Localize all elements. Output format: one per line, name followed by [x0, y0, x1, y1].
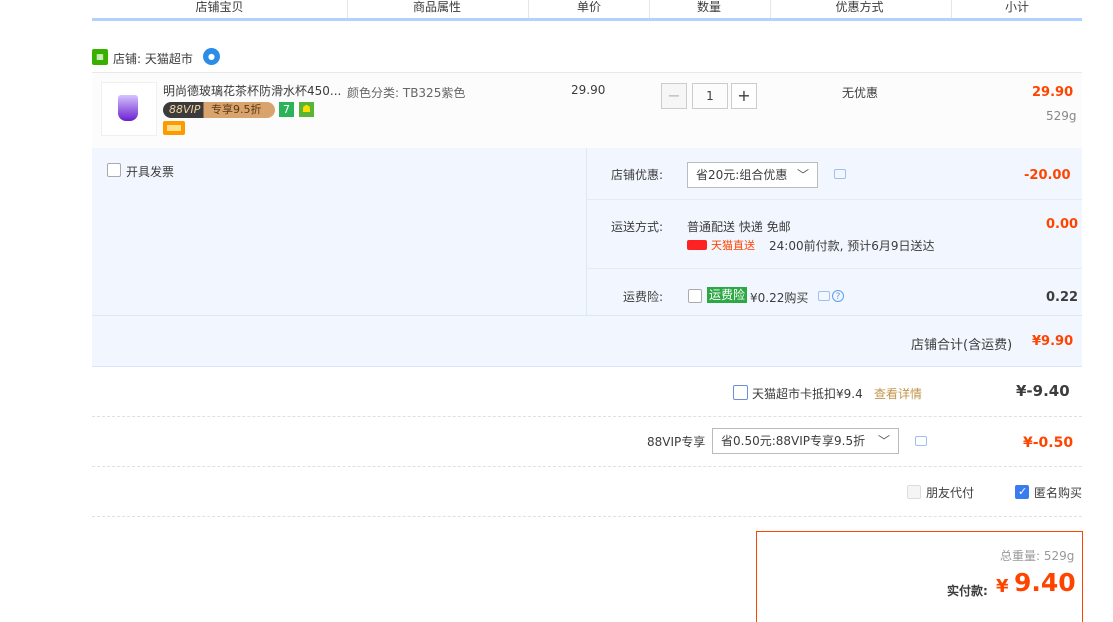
- shop-total-value: ¥9.90: [1032, 334, 1074, 349]
- vip-discount-selected: 省0.50元:88VIP专享9.5折: [721, 434, 866, 448]
- vip-discount-value: ¥-0.50: [1023, 435, 1074, 451]
- header-divider: [347, 0, 348, 18]
- col-subtotal: 小计: [1004, 0, 1029, 14]
- anonymous-label: 匿名购买: [1034, 486, 1083, 500]
- panel-divider: [92, 315, 1082, 316]
- order-table-header: 店铺宝贝 商品属性 单价 数量 优惠方式 小计: [92, 0, 1082, 21]
- card-deduct-label: 天猫超市卡抵扣¥9.4: [752, 387, 863, 401]
- panel-divider: [587, 199, 1082, 200]
- shop-name[interactable]: 店铺: 天猫超市: [113, 50, 193, 67]
- vip-badge-left: 88VIP: [169, 103, 201, 116]
- insurance-checkbox[interactable]: [688, 289, 702, 303]
- unit-price: 29.90: [571, 83, 606, 97]
- shop-discount-label: 店铺优惠:: [611, 168, 664, 182]
- message-icon[interactable]: [915, 436, 927, 446]
- cup-image: [118, 95, 138, 121]
- shop-discount-select[interactable]: 省20元:组合优惠 ﹀: [687, 162, 818, 188]
- invoice-checkbox[interactable]: [107, 163, 121, 177]
- invoice-label: 开具发票: [126, 165, 175, 179]
- header-divider: [951, 0, 952, 18]
- insurance-value: 0.22: [1046, 290, 1079, 305]
- item-subtotal: 29.90: [1032, 85, 1074, 100]
- panel-divider: [587, 268, 1082, 269]
- header-divider: [770, 0, 771, 18]
- item-weight: 529g: [1046, 109, 1077, 123]
- shipping-method: 普通配送 快递 免邮: [687, 220, 791, 234]
- quantity-increase-button[interactable]: +: [731, 83, 757, 109]
- quantity-decrease-button[interactable]: −: [661, 83, 687, 109]
- view-details-link[interactable]: 查看详情: [874, 385, 922, 402]
- header-divider: [649, 0, 650, 18]
- col-attributes: 商品属性: [412, 0, 461, 14]
- discount-method: 无优惠: [842, 86, 879, 100]
- total-weight: 总重量: 529g: [1000, 549, 1075, 563]
- message-icon[interactable]: [818, 291, 830, 301]
- col-shop-items: 店铺宝贝: [195, 0, 244, 14]
- panel-divider: [586, 148, 587, 315]
- row-divider: [92, 466, 1082, 468]
- shop-total-label: 店铺合计(含运费): [911, 338, 1013, 353]
- shipping-label: 运送方式:: [611, 220, 664, 234]
- tmall-direct-badge: 天猫直送: [687, 239, 757, 253]
- friend-pay-label: 朋友代付: [926, 486, 975, 500]
- insurance-tag: 运费险: [707, 287, 748, 303]
- chevron-down-icon: ﹀: [796, 168, 809, 182]
- seven-day-return-icon: 7: [279, 102, 294, 117]
- row-divider: [92, 416, 1082, 418]
- pay-label: 实付款:: [947, 584, 988, 598]
- vip-discount-select[interactable]: 省0.50元:88VIP专享9.5折 ﹀: [712, 428, 899, 454]
- help-icon[interactable]: ?: [832, 290, 844, 302]
- col-unit-price: 单价: [576, 0, 601, 14]
- guarantee-icon: ☗: [299, 102, 314, 117]
- col-discount: 优惠方式: [835, 0, 884, 14]
- shop-discount-selected: 省20元:组合优惠: [696, 168, 788, 182]
- vip-badge-right: 专享9.5折: [211, 103, 262, 116]
- card-icon: [163, 121, 185, 135]
- product-title[interactable]: 明尚德玻璃花茶杯防滑水杯450...: [163, 82, 343, 99]
- col-quantity: 数量: [696, 0, 721, 14]
- card-deduct-value: ¥-9.40: [1016, 382, 1070, 400]
- insurance-label: 运费险:: [623, 290, 664, 304]
- chat-bubble-icon[interactable]: ●: [203, 48, 220, 65]
- product-thumbnail[interactable]: [101, 82, 157, 136]
- product-attribute: 颜色分类: TB325紫色: [347, 86, 466, 100]
- vip-discount-badge: 88VIP 专享9.5折: [163, 102, 275, 118]
- insurance-price: ¥0.22购买: [750, 291, 809, 305]
- currency-symbol: ¥: [996, 576, 1009, 597]
- shipping-value: 0.00: [1046, 217, 1079, 232]
- friend-pay-checkbox[interactable]: [907, 485, 921, 499]
- final-amount: 9.40: [1014, 568, 1076, 597]
- row-divider: [92, 516, 1082, 518]
- quantity-input[interactable]: 1: [692, 83, 728, 109]
- delivery-estimate: 24:00前付款, 预计6月9日送达: [769, 239, 935, 253]
- header-divider: [528, 0, 529, 18]
- card-deduct-checkbox[interactable]: [733, 385, 748, 400]
- message-icon[interactable]: [834, 169, 846, 179]
- shop-discount-value: -20.00: [1024, 168, 1071, 183]
- anonymous-checkbox[interactable]: [1015, 485, 1029, 499]
- tmall-shop-icon: ▦: [92, 49, 108, 65]
- chevron-down-icon: ﹀: [877, 434, 890, 448]
- vip-label: 88VIP专享: [647, 435, 706, 449]
